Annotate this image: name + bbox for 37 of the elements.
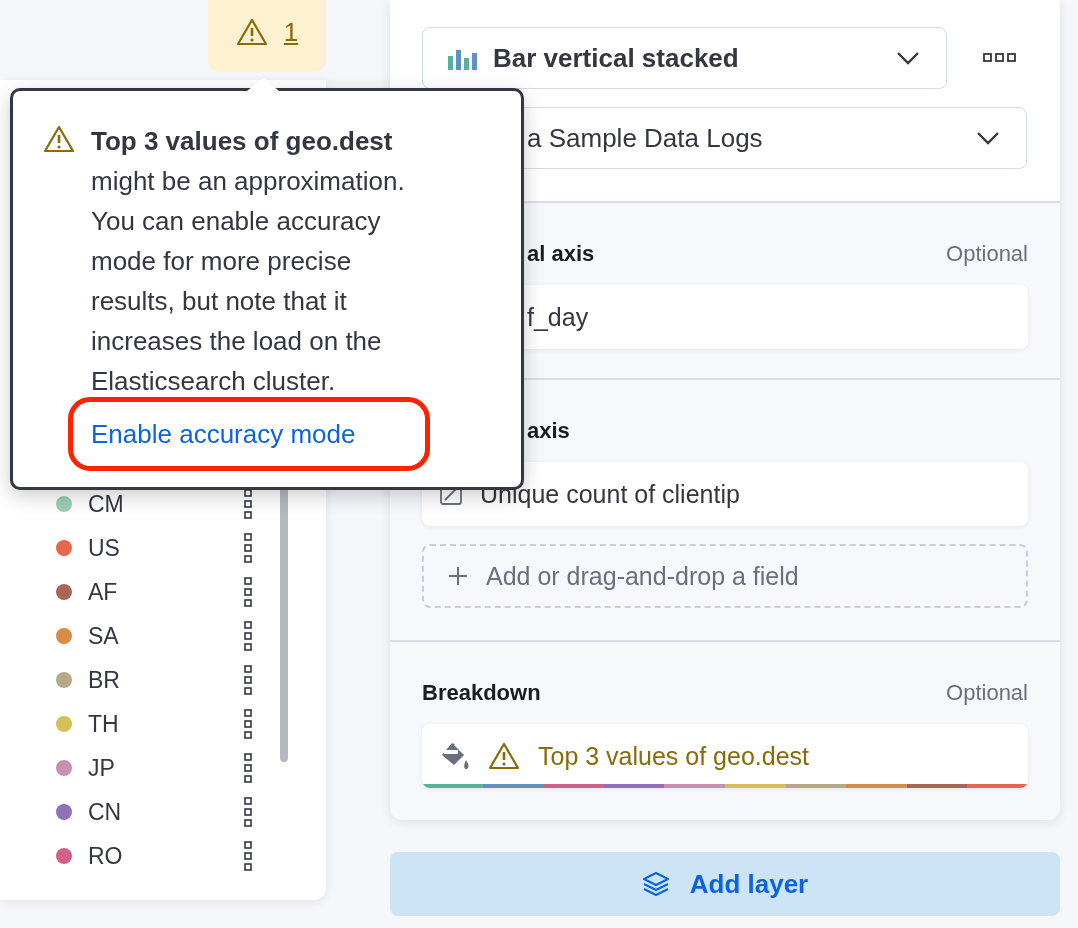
chart-type-dropdown[interactable]: Bar vertical stacked <box>422 27 947 89</box>
optional-label: Optional <box>946 680 1028 706</box>
legend-label[interactable]: CM <box>88 490 244 518</box>
section-label: axis <box>527 418 570 444</box>
section-label: Breakdown <box>422 680 541 706</box>
warning-badge[interactable]: 1 <box>208 0 326 72</box>
legend-label[interactable]: RO <box>88 842 244 870</box>
legend-label[interactable]: TH <box>88 710 244 738</box>
legend-label[interactable]: SA <box>88 622 244 650</box>
drag-handle-icon[interactable] <box>244 533 252 563</box>
section-label: al axis <box>527 241 595 267</box>
drag-handle-icon[interactable] <box>244 577 252 607</box>
drag-handle-icon[interactable] <box>244 621 252 651</box>
drag-handle-icon[interactable] <box>244 665 252 695</box>
legend-label[interactable]: AF <box>88 578 244 606</box>
plus-icon <box>448 566 468 586</box>
add-layer-button[interactable]: Add layer <box>390 852 1060 916</box>
chevron-down-icon <box>976 131 1000 145</box>
legend-label[interactable]: US <box>88 534 244 562</box>
optional-label: Optional <box>946 241 1028 267</box>
warning-icon <box>43 125 75 153</box>
paint-bucket-icon <box>440 740 470 772</box>
legend-label[interactable]: CN <box>88 798 244 826</box>
warning-icon <box>235 18 268 46</box>
dimension-field[interactable]: Top 3 values of geo.dest <box>422 724 1028 788</box>
legend-label[interactable]: JP <box>88 754 244 782</box>
drag-handle-icon[interactable] <box>244 797 252 827</box>
add-field-button[interactable]: Add or drag-and-drop a field <box>422 544 1028 608</box>
legend-label[interactable]: BR <box>88 666 244 694</box>
warning-message: Top 3 values of geo.dest might be an approximation. You can enable accuracy mode for more precise results, but note that it increases the load on the Elasticsearch cluster. <box>91 125 406 398</box>
enable-accuracy-link[interactable]: Enable accuracy mode <box>91 418 356 450</box>
drag-handle-icon[interactable] <box>244 753 252 783</box>
drag-handle-icon[interactable] <box>244 709 252 739</box>
chevron-down-icon <box>896 51 920 65</box>
layers-icon <box>641 870 670 898</box>
drag-handle-icon[interactable] <box>244 841 252 871</box>
drag-handle-icon[interactable] <box>244 489 252 519</box>
